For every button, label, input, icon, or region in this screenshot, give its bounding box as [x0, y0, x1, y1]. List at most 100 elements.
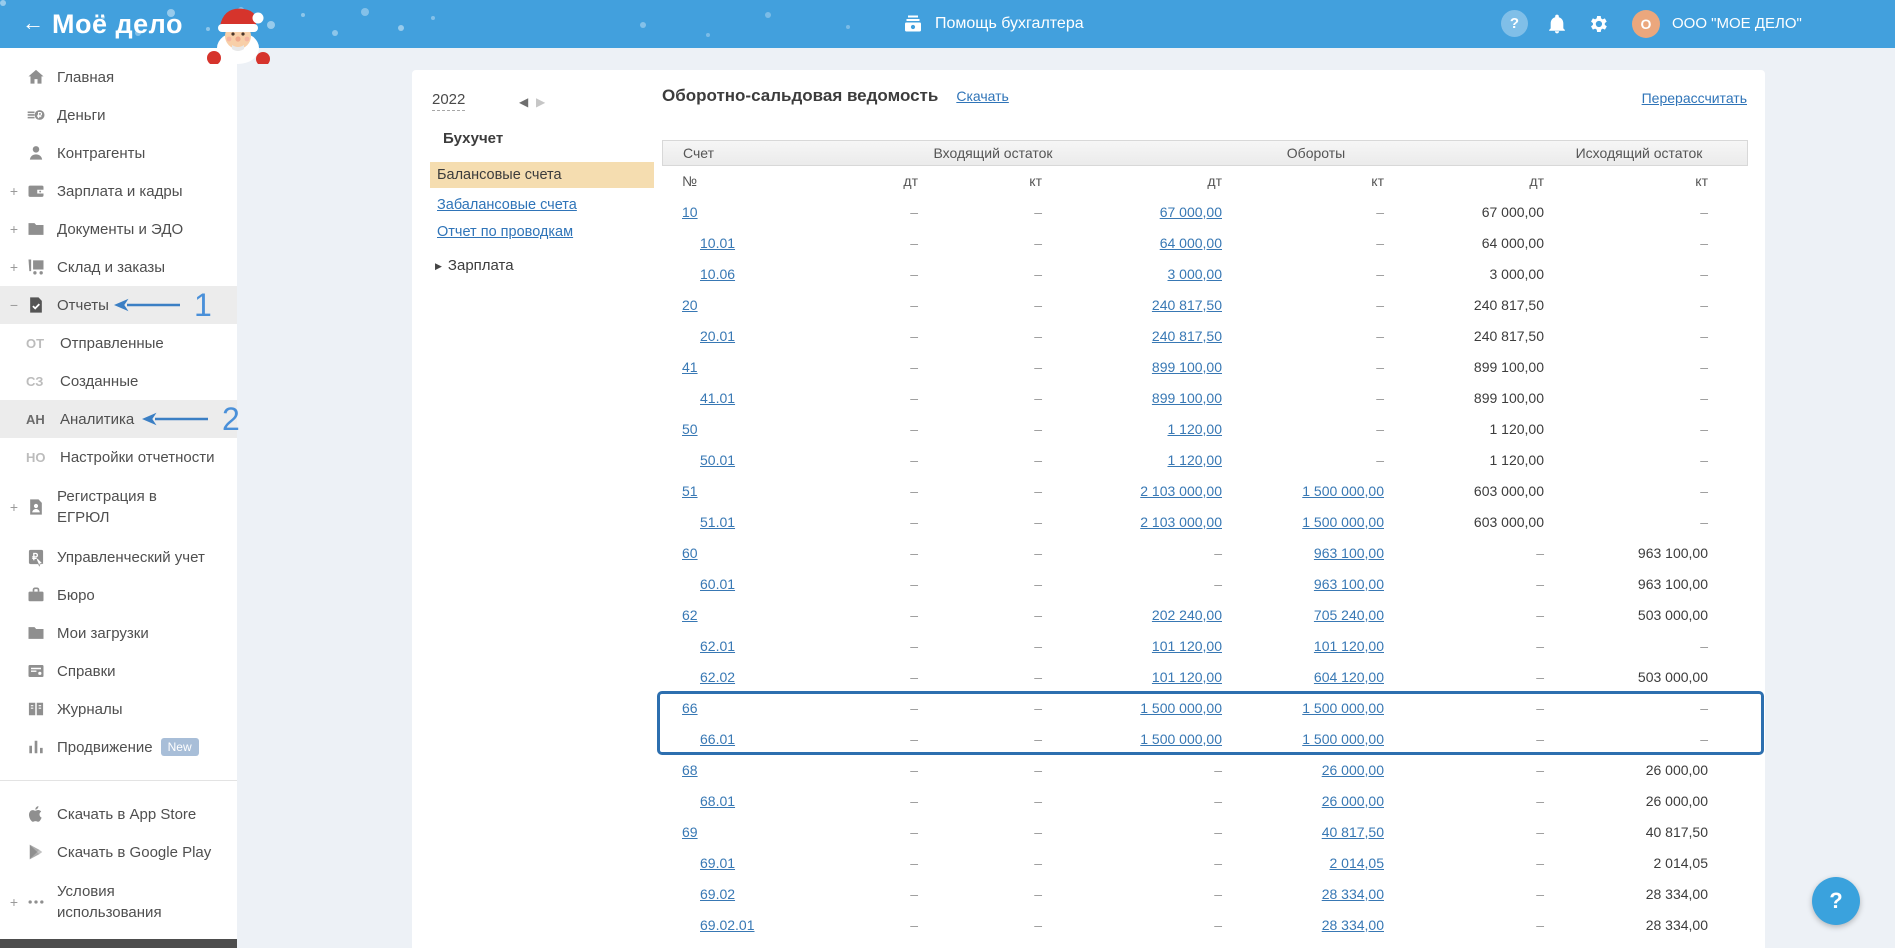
account-link[interactable]: 69 [682, 824, 698, 840]
sidebar-item[interactable]: Скачать в App Store [0, 795, 237, 833]
sidebar-item[interactable]: +Регистрация в ЕГРЮЛ [0, 476, 237, 538]
account-link[interactable]: 51.01 [700, 514, 735, 530]
turnover-value-link[interactable]: 64 000,00 [1160, 235, 1222, 251]
turnover-value-link[interactable]: 2 014,05 [1330, 855, 1385, 871]
account-link[interactable]: 62 [682, 607, 698, 623]
expander-icon[interactable]: + [8, 894, 20, 910]
sidebar-item[interactable]: +Документы и ЭДО [0, 210, 237, 248]
account-link[interactable]: 20.01 [700, 328, 735, 344]
turnover-value-link[interactable]: 899 100,00 [1152, 359, 1222, 375]
turnover-value-link[interactable]: 1 500 000,00 [1140, 700, 1222, 716]
turnover-value-link[interactable]: 26 000,00 [1322, 762, 1384, 778]
report-nav-link[interactable]: Отчет по проводкам [430, 224, 654, 240]
sidebar-item[interactable]: Справки [0, 652, 237, 690]
turnover-value-link[interactable]: 67 000,00 [1160, 204, 1222, 220]
expander-icon[interactable]: − [8, 297, 20, 313]
turnover-value-link[interactable]: 1 120,00 [1168, 421, 1223, 437]
notifications-bell-icon[interactable] [1546, 13, 1568, 35]
sidebar-item[interactable]: Журналы [0, 690, 237, 728]
turnover-value-link[interactable]: 1 120,00 [1168, 452, 1223, 468]
turnover-value-link[interactable]: 101 120,00 [1152, 669, 1222, 685]
account-link[interactable]: 10 [682, 204, 698, 220]
recalculate-link[interactable]: Перерассчитать [1642, 90, 1747, 106]
sidebar-item[interactable]: +Склад и заказы [0, 248, 237, 286]
turnover-value-link[interactable]: 240 817,50 [1152, 328, 1222, 344]
turnover-value-link[interactable]: 963 100,00 [1314, 576, 1384, 592]
apple-icon [26, 804, 46, 824]
account-link[interactable]: 51 [682, 483, 698, 499]
help-fab-button[interactable]: ? [1812, 877, 1860, 925]
account-link[interactable]: 10.06 [700, 266, 735, 282]
sidebar-item[interactable]: −Отчеты1 [0, 286, 237, 324]
account-link[interactable]: 69.02.01 [700, 917, 755, 933]
back-arrow-icon[interactable]: ← [22, 0, 44, 48]
sidebar-item[interactable]: ОТОтправленные [0, 324, 237, 362]
turnover-value-link[interactable]: 963 100,00 [1314, 545, 1384, 561]
accountant-help-link[interactable]: Помощь бухгалтера [901, 0, 1084, 48]
sidebar-item[interactable]: ₽Деньги [0, 96, 237, 134]
app-logo[interactable]: Моё дело [52, 0, 183, 48]
sidebar-item[interactable]: +Условия использования [0, 871, 237, 933]
help-icon[interactable]: ? [1501, 10, 1528, 37]
account-link[interactable]: 60 [682, 545, 698, 561]
turnover-value-link[interactable]: 1 500 000,00 [1302, 483, 1384, 499]
turnover-value-link[interactable]: 28 334,00 [1322, 886, 1384, 902]
account-link[interactable]: 62.02 [700, 669, 735, 685]
turnover-value-link[interactable]: 3 000,00 [1168, 266, 1223, 282]
download-link[interactable]: Скачать [956, 88, 1009, 104]
sidebar-item[interactable]: АНАналитика2 [0, 400, 237, 438]
turnover-value-link[interactable]: 2 103 000,00 [1140, 483, 1222, 499]
settings-gear-icon[interactable] [1587, 13, 1609, 35]
turnover-value-link[interactable]: 202 240,00 [1152, 607, 1222, 623]
account-link[interactable]: 20 [682, 297, 698, 313]
turnover-value-link[interactable]: 1 500 000,00 [1302, 700, 1384, 716]
sidebar-item[interactable]: +Зарплата и кадры [0, 172, 237, 210]
account-link[interactable]: 66.01 [700, 731, 735, 747]
account-link[interactable]: 68.01 [700, 793, 735, 809]
expander-icon[interactable]: + [8, 183, 20, 199]
turnover-value-link[interactable]: 240 817,50 [1152, 297, 1222, 313]
user-avatar[interactable]: O [1632, 10, 1660, 38]
account-link[interactable]: 68 [682, 762, 698, 778]
sidebar-item[interactable]: НОНастройки отчетности [0, 438, 237, 476]
account-link[interactable]: 69.02 [700, 886, 735, 902]
turnover-value-link[interactable]: 1 500 000,00 [1140, 731, 1222, 747]
turnover-value-link[interactable]: 101 120,00 [1314, 638, 1384, 654]
sidebar-item[interactable]: СЗСозданные [0, 362, 237, 400]
sidebar-item[interactable]: Бюро [0, 576, 237, 614]
next-year-icon[interactable]: ▶ [536, 95, 545, 109]
company-name[interactable]: ООО "МОЕ ДЕЛО" [1672, 0, 1802, 48]
expander-icon[interactable]: + [8, 259, 20, 275]
turnover-value-link[interactable]: 2 103 000,00 [1140, 514, 1222, 530]
account-link[interactable]: 50.01 [700, 452, 735, 468]
account-link[interactable]: 10.01 [700, 235, 735, 251]
account-link[interactable]: 69.01 [700, 855, 735, 871]
sidebar-item[interactable]: ПродвижениеNew [0, 728, 237, 766]
turnover-value-link[interactable]: 28 334,00 [1322, 917, 1384, 933]
prev-year-icon[interactable]: ◀ [519, 95, 528, 109]
turnover-value-link[interactable]: 604 120,00 [1314, 669, 1384, 685]
report-nav-link[interactable]: Забалансовые счета [430, 197, 654, 213]
account-link[interactable]: 60.01 [700, 576, 735, 592]
turnover-value-link[interactable]: 899 100,00 [1152, 390, 1222, 406]
expander-icon[interactable]: + [8, 221, 20, 237]
account-link[interactable]: 41.01 [700, 390, 735, 406]
account-link[interactable]: 66 [682, 700, 698, 716]
account-link[interactable]: 50 [682, 421, 698, 437]
turnover-value-link[interactable]: 26 000,00 [1322, 793, 1384, 809]
turnover-value-link[interactable]: 1 500 000,00 [1302, 731, 1384, 747]
turnover-value-link[interactable]: 1 500 000,00 [1302, 514, 1384, 530]
year-selector[interactable]: 2022 [432, 91, 465, 111]
sidebar-item[interactable]: ₽Управленческий учет [0, 538, 237, 576]
sidebar-item[interactable]: Скачать в Google Play [0, 833, 237, 871]
account-link[interactable]: 62.01 [700, 638, 735, 654]
report-nav-item-active[interactable]: Балансовые счета [430, 162, 654, 188]
sidebar-item[interactable]: Мои загрузки [0, 614, 237, 652]
account-link[interactable]: 41 [682, 359, 698, 375]
turnover-value-link[interactable]: 101 120,00 [1152, 638, 1222, 654]
turnover-value-link[interactable]: 705 240,00 [1314, 607, 1384, 623]
expander-icon[interactable]: + [8, 499, 20, 515]
turnover-value-link[interactable]: 40 817,50 [1322, 824, 1384, 840]
salary-group-toggle[interactable]: ▶Зарплата [435, 257, 514, 274]
sidebar-item[interactable]: Контрагенты [0, 134, 237, 172]
